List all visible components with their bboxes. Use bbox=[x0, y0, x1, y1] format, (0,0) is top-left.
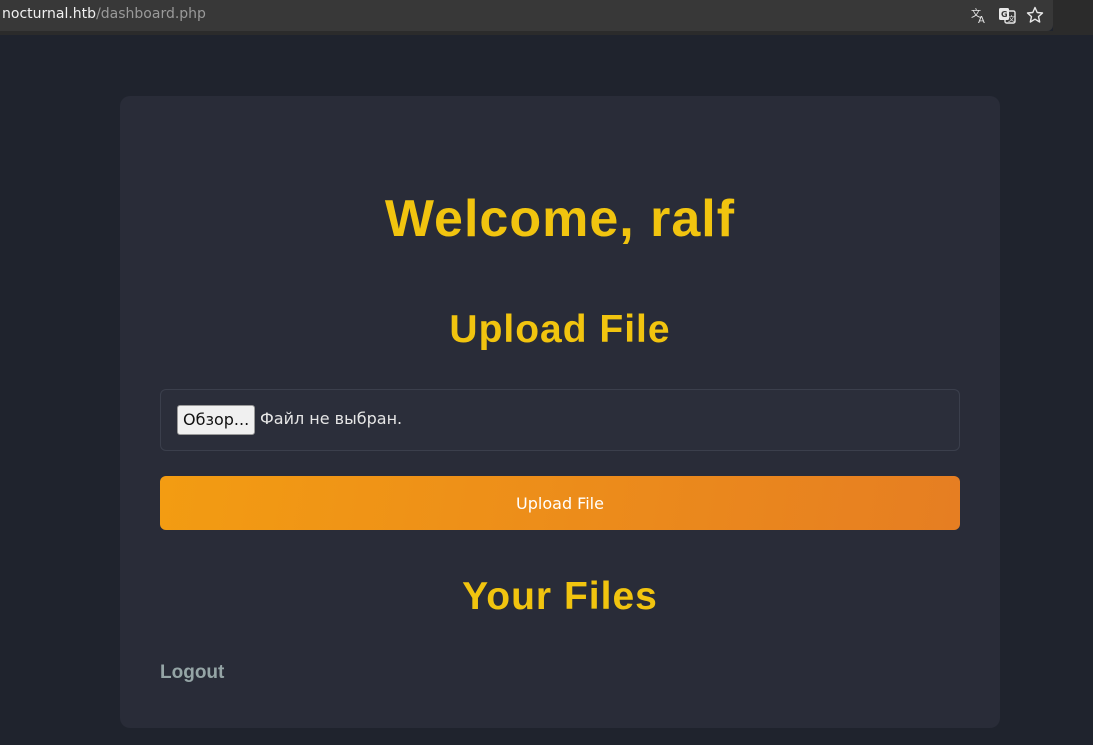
browse-button[interactable]: Обзор... bbox=[177, 405, 256, 435]
dashboard-card: Welcome, ralf Upload File Обзор... Файл … bbox=[120, 96, 1000, 728]
address-bar-icons: 文 A G 文 bbox=[969, 5, 1045, 25]
file-status-text: Файл не выбран. bbox=[260, 409, 403, 428]
url-path: /dashboard.php bbox=[96, 6, 206, 22]
svg-text:G: G bbox=[1001, 10, 1008, 19]
welcome-heading: Welcome, ralf bbox=[384, 190, 736, 248]
url-host: nocturnal.htb bbox=[2, 6, 97, 22]
page-translate-icon[interactable]: G 文 bbox=[997, 5, 1017, 25]
url-text[interactable]: nocturnal.htb/dashboard.php bbox=[2, 6, 206, 22]
svg-text:A: A bbox=[978, 15, 985, 24]
logout-link[interactable]: Logout bbox=[160, 662, 224, 684]
upload-file-button[interactable]: Upload File bbox=[160, 476, 960, 530]
svg-text:文: 文 bbox=[1008, 14, 1015, 23]
toolbar-edge bbox=[1053, 0, 1093, 31]
translate-icon[interactable]: 文 A bbox=[969, 5, 989, 25]
bookmark-star-icon[interactable] bbox=[1025, 5, 1045, 25]
toolbar-divider bbox=[0, 31, 1093, 35]
address-bar[interactable]: nocturnal.htb/dashboard.php 文 A G 文 bbox=[0, 0, 1053, 31]
upload-heading: Upload File bbox=[449, 308, 671, 351]
your-files-heading: Your Files bbox=[462, 575, 658, 618]
file-input[interactable]: Обзор... Файл не выбран. bbox=[160, 389, 960, 451]
